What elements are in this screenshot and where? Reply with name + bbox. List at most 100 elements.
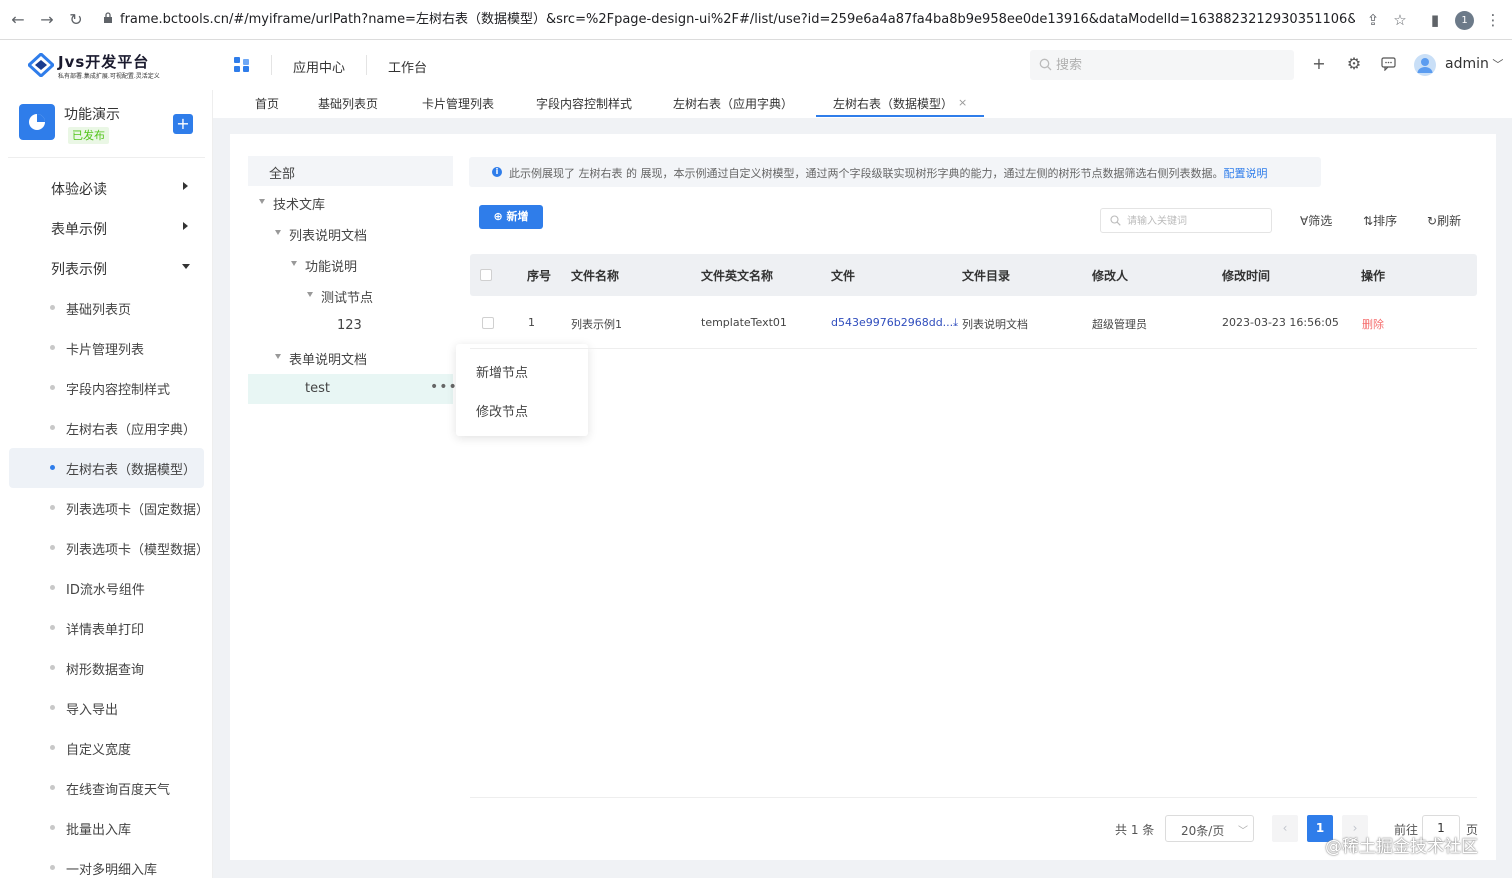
download-icon[interactable]: ⤓ <box>953 316 958 329</box>
sidebar-item-import-export[interactable]: 导入导出 <box>9 688 204 728</box>
sidebar-item-print[interactable]: 详情表单打印 <box>9 608 204 648</box>
prev-page-button[interactable]: ‹ <box>1272 815 1298 842</box>
reload-icon[interactable]: ↻ <box>66 10 86 30</box>
menu-item-add-node[interactable]: 新增节点 <box>476 362 528 381</box>
chevron-down-icon: ﹀ <box>1488 58 1504 71</box>
app-card[interactable]: 功能演示 已发布 + <box>8 90 205 156</box>
sidebar-item-card-list[interactable]: 卡片管理列表 <box>9 328 204 368</box>
logo[interactable]: Jvs开发平台 私有部署.集成扩展.可视配置.灵活定义 <box>28 51 188 81</box>
sidebar-item-tree-query[interactable]: 树形数据查询 <box>9 648 204 688</box>
table-row[interactable]: 1 列表示例1 templateText01 d543e9976b2968dd.… <box>470 298 1477 349</box>
sidebar-item-label: 在线查询百度天气 <box>66 783 171 798</box>
tree-node[interactable]: 列表说明文档 <box>248 218 453 248</box>
address-bar[interactable]: frame.bctools.cn/#/myiframe/urlPath?name… <box>120 8 1355 32</box>
tab-field-style[interactable]: 字段内容控制样式 <box>536 90 632 118</box>
tab-basic-list[interactable]: 基础列表页 <box>318 90 378 118</box>
divider <box>8 157 205 158</box>
row-checkbox[interactable] <box>482 317 494 329</box>
tree-node[interactable]: 表单说明文档 <box>248 342 453 372</box>
close-icon[interactable]: × <box>958 90 967 116</box>
bullet-icon <box>50 385 55 390</box>
sidebar-item-label: 列表选项卡（固定数据） <box>66 503 210 518</box>
column-header[interactable]: 修改人 <box>1092 267 1128 284</box>
tree-node[interactable]: 123 <box>248 311 453 341</box>
sidebar-item-batch-stock[interactable]: 批量出入库 <box>9 808 204 848</box>
user-avatar[interactable] <box>1414 54 1436 76</box>
sidebar-item-weather[interactable]: 在线查询百度天气 <box>9 768 204 808</box>
bullet-icon <box>50 425 55 430</box>
filter-button[interactable]: ∀筛选 <box>1300 212 1332 229</box>
select-all-checkbox[interactable] <box>480 269 492 281</box>
keyword-search-input[interactable] <box>1127 213 1267 229</box>
column-header[interactable]: 文件目录 <box>962 267 1010 284</box>
share-icon[interactable]: ⇪ <box>1363 10 1383 30</box>
sidebar-item-field-style[interactable]: 字段内容控制样式 <box>9 368 204 408</box>
sidepanel-icon[interactable]: ▮ <box>1425 10 1445 30</box>
delete-button[interactable]: 删除 <box>1362 316 1384 332</box>
bullet-icon <box>50 465 55 470</box>
menu-group-form[interactable]: 表单示例 <box>0 208 213 248</box>
add-record-button[interactable]: ⊕ 新增 <box>479 205 543 229</box>
menu-group-label: 列表示例 <box>51 262 107 278</box>
app-grid-icon[interactable] <box>234 57 250 73</box>
more-horizontal-icon[interactable]: ••• <box>430 379 458 395</box>
sidebar-item-tab-model[interactable]: 列表选项卡（模型数据） <box>9 528 209 568</box>
column-header[interactable]: 序号 <box>527 267 551 284</box>
global-search-input[interactable] <box>1056 56 1276 74</box>
username[interactable]: admin ﹀ <box>1445 56 1503 72</box>
tree-node-all[interactable]: 全部 <box>248 156 453 186</box>
add-icon[interactable]: + <box>1309 54 1329 74</box>
tab-home[interactable]: 首页 <box>255 90 279 118</box>
sidebar-item-tree-model[interactable]: 左树右表（数据模型） <box>9 448 204 488</box>
tab-tree-model[interactable]: 左树右表（数据模型） <box>833 90 953 118</box>
sidebar-item-label: 列表选项卡（模型数据） <box>66 543 210 558</box>
tab-tree-dict[interactable]: 左树右表（应用字典） <box>673 90 793 118</box>
sidebar-item-tab-fixed[interactable]: 列表选项卡（固定数据） <box>9 488 209 528</box>
global-search[interactable] <box>1030 50 1294 80</box>
sidebar-item-detail-stock[interactable]: 一对多明细入库 <box>9 848 204 888</box>
menu-group-guide[interactable]: 体验必读 <box>0 168 213 208</box>
sidebar-item-label: 左树右表（数据模型） <box>66 463 197 478</box>
lock-icon[interactable] <box>103 12 113 24</box>
forward-icon[interactable]: → <box>37 10 57 30</box>
sidebar-item-custom-width[interactable]: 自定义宽度 <box>9 728 204 768</box>
add-menu-button[interactable]: + <box>173 114 193 134</box>
tab-card-list[interactable]: 卡片管理列表 <box>422 90 494 118</box>
sidebar-item-label: 导入导出 <box>66 703 119 718</box>
column-header[interactable]: 操作 <box>1361 267 1385 284</box>
tree-node-selected[interactable]: test ••• <box>248 374 457 404</box>
sort-icon: ⇅ <box>1363 214 1374 228</box>
tree-node[interactable]: 技术文库 <box>248 187 453 217</box>
config-help-link[interactable]: 配置说明 <box>1224 167 1268 180</box>
more-vert-icon[interactable]: ⋮ <box>1483 10 1503 30</box>
keyword-search[interactable] <box>1100 208 1272 233</box>
sidebar-item-serial[interactable]: ID流水号组件 <box>9 568 204 608</box>
pager-total: 共 1 条 <box>1115 823 1155 837</box>
cell-file-link[interactable]: d543e9976b2968dd...⤓ <box>831 316 958 330</box>
column-header[interactable]: 文件英文名称 <box>701 267 773 284</box>
sidebar-item-tree-dict[interactable]: 左树右表（应用字典） <box>9 408 204 448</box>
profile-avatar[interactable]: 1 <box>1455 11 1474 30</box>
star-icon[interactable]: ☆ <box>1390 10 1410 30</box>
bullet-icon <box>50 585 55 590</box>
message-icon[interactable] <box>1381 57 1396 71</box>
column-header[interactable]: 修改时间 <box>1222 267 1270 284</box>
caret-down-icon <box>259 199 265 204</box>
nav-workbench[interactable]: 工作台 <box>388 57 427 76</box>
column-header[interactable]: 文件名称 <box>571 267 619 284</box>
gear-icon[interactable]: ⚙ <box>1344 54 1364 74</box>
back-icon[interactable]: ← <box>8 10 28 30</box>
page-size-select[interactable]: 20条/页 ﹀ <box>1165 815 1254 842</box>
sidebar-item-label: 详情表单打印 <box>66 623 145 638</box>
sidebar-item-basic-list[interactable]: 基础列表页 <box>9 288 204 328</box>
refresh-button[interactable]: ↻刷新 <box>1427 212 1461 229</box>
sort-button[interactable]: ⇅排序 <box>1363 212 1397 229</box>
bullet-icon <box>50 305 55 310</box>
menu-group-list[interactable]: 列表示例 <box>0 248 213 288</box>
column-header[interactable]: 文件 <box>831 267 855 284</box>
tree-node-label: 测试节点 <box>321 291 374 306</box>
nav-app-center[interactable]: 应用中心 <box>293 57 345 76</box>
menu-item-edit-node[interactable]: 修改节点 <box>476 401 528 420</box>
tree-node[interactable]: 测试节点 <box>248 280 453 310</box>
tree-node[interactable]: 功能说明 <box>248 249 453 279</box>
